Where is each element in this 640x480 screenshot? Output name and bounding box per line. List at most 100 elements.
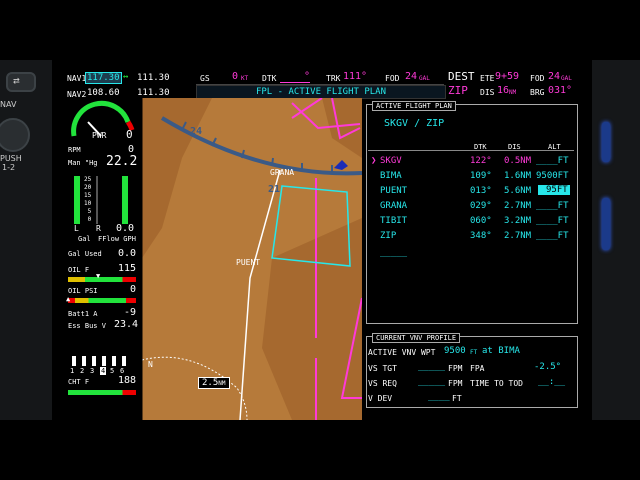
fpl-alt[interactable]: ____FT: [536, 201, 569, 211]
gal-used-value: 0.0: [118, 248, 137, 259]
fpl-dtk: 013°: [470, 186, 492, 196]
fpl-row[interactable]: BIMA 109° 1.6NM 9500FT: [368, 170, 574, 185]
oil-psi-label: OIL PSI: [68, 287, 98, 295]
oil-f-label: OIL F: [68, 266, 90, 274]
fod2-unit: GAL: [561, 75, 572, 82]
gs-value: 0: [232, 71, 239, 82]
fpl-row[interactable]: GRANA 029° 2.7NM ____FT: [368, 200, 574, 215]
fpl-waypoint: ZIP: [380, 231, 397, 241]
ess-label: Ess Bus V: [68, 322, 106, 330]
fpl-dtk: 029°: [470, 201, 492, 211]
fpl-dis: 5.6NM: [504, 186, 532, 196]
fpa-label: FPA: [470, 364, 485, 373]
tod-label: TIME TO TOD: [470, 379, 523, 388]
ff-label: FFlow GPH: [98, 235, 136, 243]
oil-temp-bar: [68, 277, 136, 282]
vnv-header: CURRENT VNV PROFILE: [372, 333, 461, 343]
nav2-standby-freq[interactable]: 111.30: [137, 88, 170, 98]
fpl-alt[interactable]: ____FT: [536, 216, 569, 226]
fpl-divider: [368, 150, 574, 151]
right-bezel: [592, 60, 640, 420]
fpa-value: -2.5°: [534, 362, 562, 372]
fod-label: FOD: [385, 74, 400, 83]
fpl-row[interactable]: ❯ SKGV 122° 0.5NM ____FT: [368, 155, 574, 170]
batt-value: -9: [124, 307, 137, 318]
north-indicator: N: [148, 360, 153, 369]
swap-arrows-icon: ⇄: [13, 74, 20, 87]
oil-psi-bar: [68, 298, 136, 303]
dtk-value: °: [280, 71, 310, 83]
nav2-active-freq[interactable]: 108.60: [87, 88, 120, 98]
fpl-empty-row[interactable]: _____: [380, 248, 407, 258]
cyl-bar: [82, 356, 86, 366]
oil-psi-value: 0: [130, 284, 137, 295]
fod2-value: 24: [548, 71, 561, 82]
fpl-waypoint: TIBIT: [380, 216, 408, 226]
oil-psi-pointer: ▲: [66, 295, 71, 303]
dis-value: 16: [497, 85, 510, 96]
dest-label: DEST: [448, 70, 475, 83]
ete-label: ETE: [480, 74, 495, 83]
vs-req-label: VS REQ: [368, 379, 397, 388]
oil-temp-pointer: ▼: [96, 272, 101, 280]
vdev-label: V DEV: [368, 394, 393, 403]
fpl-header: ACTIVE FLIGHT PLAN: [372, 101, 456, 111]
cyl-number-selected: 4: [100, 367, 107, 375]
fpl-rows: ❯ SKGV 122° 0.5NM ____FT BIMA 109° 1.6NM…: [368, 155, 574, 245]
fpl-row[interactable]: PUENT 013° 5.6NM 95FT: [368, 185, 574, 200]
nav1-standby-freq[interactable]: 111.30: [137, 73, 170, 83]
fpl-dtk: 109°: [470, 171, 492, 181]
fpl-alt[interactable]: 9500FT: [536, 171, 569, 181]
cyl-bar: [112, 356, 116, 366]
cyl-bar: [122, 356, 126, 366]
vnv-active-unit: FT: [470, 349, 478, 356]
gal-label: Gal: [78, 235, 91, 243]
cyl-number: 2: [80, 367, 85, 375]
vdev-unit: FT: [452, 394, 462, 403]
fuel-tick: 5: [87, 208, 92, 215]
map-range-value: 2.5: [202, 378, 219, 388]
fpl-row[interactable]: TIBIT 060° 3.2NM ____FT: [368, 215, 574, 230]
gal-used-label: Gal Used: [68, 250, 102, 258]
fpl-dtk: 348°: [470, 231, 492, 241]
fpl-waypoint: SKGV: [380, 156, 402, 166]
fpl-route: SKGV / ZIP: [384, 118, 445, 129]
fpl-alt[interactable]: ____FT: [536, 231, 569, 241]
fpl-dis: 2.7NM: [504, 201, 532, 211]
pwr-label: PWR: [92, 131, 107, 140]
nav1-active-freq[interactable]: 117.30: [85, 72, 122, 84]
fpl-dtk: 060°: [470, 216, 492, 226]
fuel-tick: 15: [84, 192, 92, 199]
batt-label: Batt1 A: [68, 310, 98, 318]
right-indicator-lower: [602, 198, 610, 250]
fpl-alt[interactable]: ____FT: [536, 156, 569, 166]
fuel-right-bar: [122, 176, 128, 224]
gs-unit: KT: [241, 75, 249, 82]
fpl-waypoint: GRANA: [380, 201, 408, 211]
fpl-waypoint: PUENT: [380, 186, 408, 196]
fod2-label: FOD: [530, 74, 545, 83]
vs-tgt-unit: FPM: [448, 364, 463, 373]
fuel-tick: 20: [84, 184, 92, 191]
fpl-dis: 3.2NM: [504, 216, 532, 226]
fpl-dtk: 122°: [470, 156, 492, 166]
gs-label: GS: [200, 74, 210, 83]
moving-map[interactable]: GRANA PUENT 24 21 N 2.5NM: [142, 98, 362, 420]
fuel-scale: 25 20 15 10 5 0: [84, 176, 91, 224]
map-range[interactable]: 2.5NM: [198, 377, 230, 389]
fod-unit: GAL: [419, 75, 430, 82]
vnv-active-alt: 9500: [444, 346, 466, 356]
fpl-dis: 2.7NM: [504, 231, 532, 241]
swap-button[interactable]: ⇄: [6, 72, 36, 92]
fpl-row[interactable]: ZIP 348° 2.7NM ____FT: [368, 230, 574, 245]
map-range-unit: NM: [218, 380, 226, 387]
dis-unit: NM: [509, 89, 517, 96]
vs-tgt-label: VS TGT: [368, 364, 397, 373]
fuel-tick: 0: [87, 216, 92, 223]
nav1-label: NAV1: [67, 74, 87, 83]
trk-value: 111°: [343, 71, 368, 82]
fpl-alt-selected[interactable]: 95FT: [538, 185, 570, 195]
ess-value: 23.4: [114, 319, 139, 330]
fuel-tick: 25: [84, 176, 92, 183]
fuel-scale-line: [96, 176, 98, 224]
